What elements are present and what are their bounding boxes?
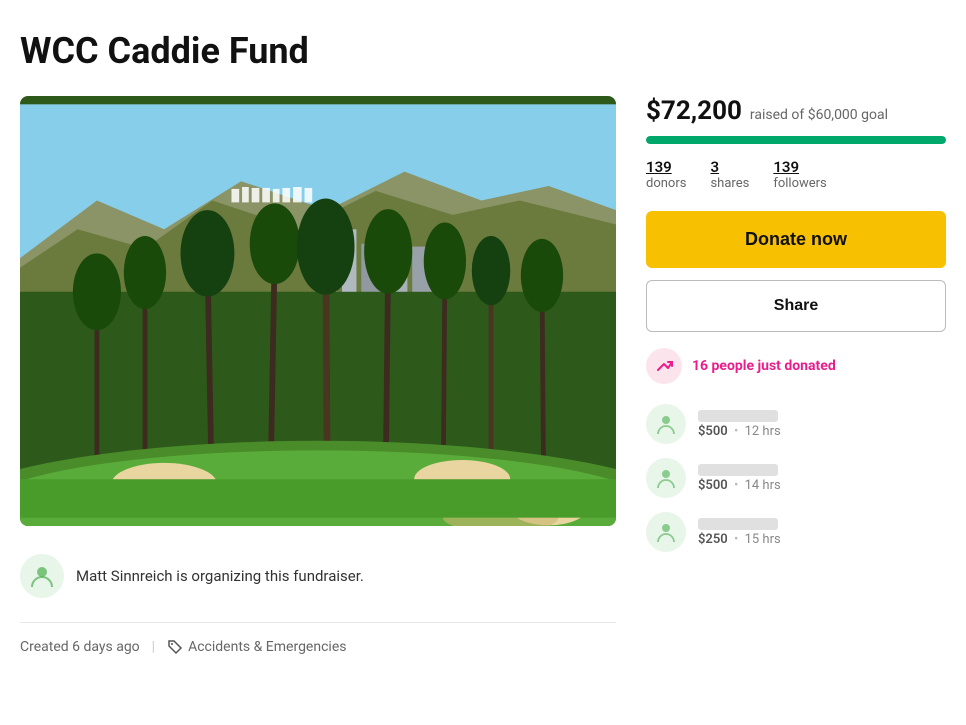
- organizer-info: Matt Sinnreich is organizing this fundra…: [20, 550, 616, 602]
- donor-meta: $250 • 15 hrs: [698, 532, 781, 547]
- shares-count[interactable]: 3: [710, 158, 749, 176]
- donor-item: $250 • 15 hrs: [646, 512, 946, 552]
- donors-count[interactable]: 139: [646, 158, 686, 176]
- meta-divider: |: [152, 639, 155, 655]
- share-button[interactable]: Share: [646, 280, 946, 332]
- donor-item: $500 • 14 hrs: [646, 458, 946, 498]
- followers-label: followers: [773, 176, 826, 191]
- page-wrapper: WCC Caddie Fund: [0, 0, 966, 725]
- main-content: Matt Sinnreich is organizing this fundra…: [20, 96, 946, 655]
- followers-stat: 139 followers: [773, 158, 826, 191]
- created-date: Created 6 days ago: [20, 639, 140, 655]
- followers-count[interactable]: 139: [773, 158, 826, 176]
- category-label: Accidents & Emergencies: [188, 639, 346, 655]
- trending-badge: 16 people just donated: [646, 348, 946, 384]
- right-column: $72,200 raised of $60,000 goal 139 donor…: [646, 96, 946, 552]
- campaign-image: [20, 96, 616, 526]
- donor-time: 14 hrs: [745, 478, 781, 493]
- trending-arrow-icon: [655, 357, 673, 375]
- organizer-text: Matt Sinnreich is organizing this fundra…: [76, 567, 364, 585]
- donate-button[interactable]: Donate now: [646, 211, 946, 268]
- donor-meta: $500 • 12 hrs: [698, 424, 781, 439]
- meta-category: Accidents & Emergencies: [167, 639, 346, 655]
- donor-time: 15 hrs: [745, 532, 781, 547]
- donor-person-icon: [654, 412, 678, 436]
- shares-stat: 3 shares: [710, 158, 749, 191]
- donor-item: $500 • 12 hrs: [646, 404, 946, 444]
- donor-amount: $250: [698, 532, 728, 547]
- donor-avatar: [646, 404, 686, 444]
- amount-raised: $72,200: [646, 96, 742, 126]
- donor-avatar: [646, 458, 686, 498]
- donor-info: $500 • 12 hrs: [698, 410, 781, 439]
- donor-time: 12 hrs: [745, 424, 781, 439]
- donor-info: $250 • 15 hrs: [698, 518, 781, 547]
- progress-bar-wrapper: [646, 136, 946, 144]
- organizer-avatar: [20, 554, 64, 598]
- donor-name-placeholder: [698, 518, 778, 530]
- amount-goal: raised of $60,000 goal: [750, 107, 888, 123]
- amount-section: $72,200 raised of $60,000 goal: [646, 96, 946, 126]
- donor-name-placeholder: [698, 410, 778, 422]
- donor-person-icon: [654, 520, 678, 544]
- trending-text: 16 people just donated: [692, 358, 836, 374]
- donor-amount: $500: [698, 478, 728, 493]
- shares-label: shares: [710, 176, 749, 191]
- donor-avatar: [646, 512, 686, 552]
- meta-bar: Created 6 days ago | Accidents & Emergen…: [20, 622, 616, 655]
- page-title: WCC Caddie Fund: [20, 30, 946, 72]
- donor-meta: $500 • 14 hrs: [698, 478, 781, 493]
- donor-info: $500 • 14 hrs: [698, 464, 781, 493]
- donor-list: $500 • 12 hrs: [646, 404, 946, 552]
- left-column: Matt Sinnreich is organizing this fundra…: [20, 96, 616, 655]
- donors-label: donors: [646, 176, 686, 191]
- donor-amount: $500: [698, 424, 728, 439]
- donor-name-placeholder: [698, 464, 778, 476]
- donors-stat: 139 donors: [646, 158, 686, 191]
- stats-row: 139 donors 3 shares 139 followers: [646, 158, 946, 191]
- progress-bar-fill: [646, 136, 946, 144]
- trending-icon: [646, 348, 682, 384]
- donor-person-icon: [654, 466, 678, 490]
- tag-icon: [167, 639, 183, 655]
